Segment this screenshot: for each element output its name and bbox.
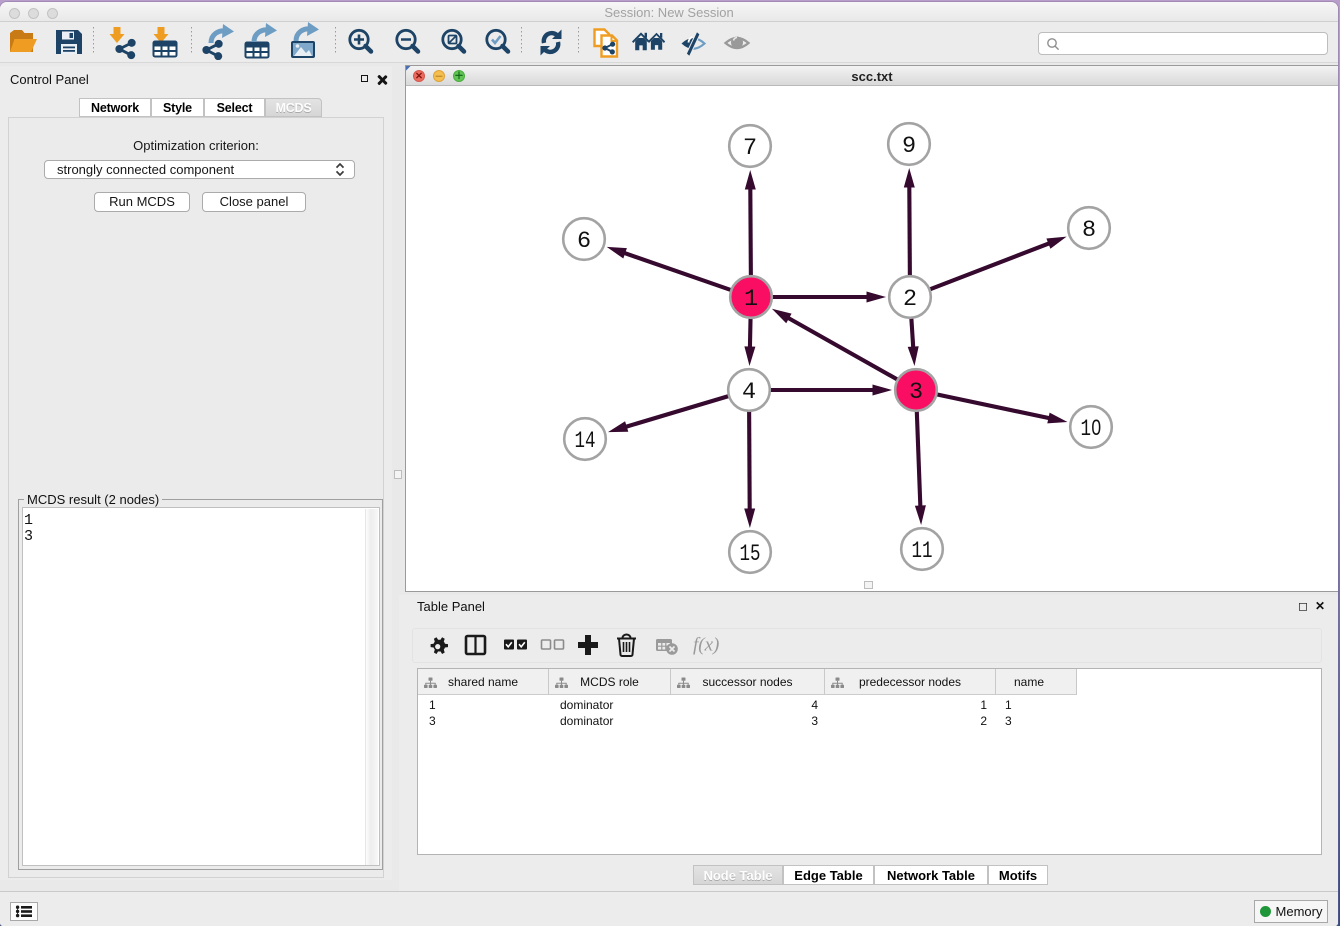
- svg-text:10: 10: [1081, 416, 1102, 443]
- svg-text:1: 1: [744, 286, 758, 313]
- svg-text:11: 11: [912, 538, 933, 565]
- svg-text:15: 15: [740, 541, 761, 568]
- svg-text:14: 14: [575, 428, 596, 455]
- svg-text:4: 4: [742, 379, 756, 406]
- svg-text:7: 7: [743, 135, 757, 162]
- svg-text:f(x): f(x): [693, 635, 719, 656]
- svg-text:3: 3: [909, 379, 923, 406]
- svg-text:9: 9: [902, 133, 916, 160]
- svg-text:8: 8: [1082, 217, 1096, 244]
- svg-text:6: 6: [577, 228, 591, 255]
- svg-text:2: 2: [903, 286, 917, 313]
